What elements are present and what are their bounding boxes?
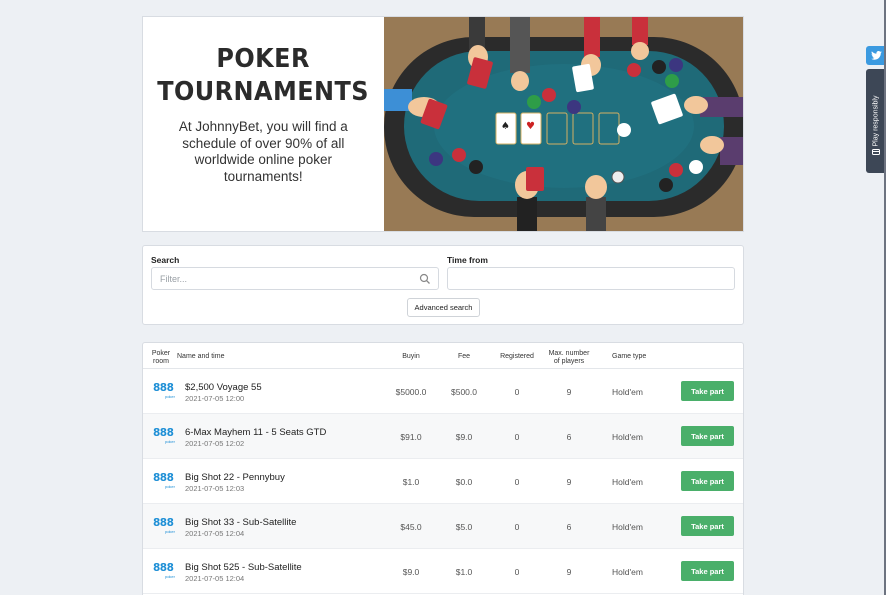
logo-sub: poker <box>164 574 175 579</box>
logo-sub: poker <box>164 529 175 534</box>
table-row: 888 poker Big Shot 525 - Sub-Satellite 2… <box>143 549 743 594</box>
tournament-name[interactable]: Big Shot 22 - Pennybuy <box>185 472 285 483</box>
tournament-date: 2021-07-05 12:04 <box>185 529 245 538</box>
tournament-name[interactable]: Big Shot 525 - Sub-Satellite <box>185 562 302 573</box>
logo-sub: poker <box>164 484 175 489</box>
header-max-players: Max. number of players <box>545 350 593 365</box>
page-title: POKER TOURNAMENTS <box>157 43 369 109</box>
twitter-icon <box>870 51 882 60</box>
fee-value: $0.0 <box>455 477 473 487</box>
registered-value: 0 <box>514 387 520 397</box>
search-input[interactable] <box>152 268 438 289</box>
logo-text: 888 <box>153 517 174 529</box>
tournament-date: 2021-07-05 12:04 <box>185 574 245 583</box>
tournament-name[interactable]: 6-Max Mayhem 11 - 5 Seats GTD <box>185 427 326 438</box>
twitter-button[interactable] <box>866 46 886 65</box>
888poker-logo: 888 poker <box>153 473 175 491</box>
search-field <box>151 267 439 290</box>
logo-text: 888 <box>153 472 174 484</box>
game-type-value: Hold'em <box>612 477 643 487</box>
buyin-value: $5000.0 <box>395 387 427 397</box>
play-responsibly-tab[interactable]: Play responsibly <box>866 69 886 173</box>
max-players-value: 6 <box>566 522 572 532</box>
take-part-button[interactable]: Take part <box>681 471 734 491</box>
take-part-button[interactable]: Take part <box>681 381 734 401</box>
registered-value: 0 <box>514 477 520 487</box>
logo-text: 888 <box>153 382 174 394</box>
tournaments-table: Poker room Name and time Buyin Fee Regis… <box>142 342 744 595</box>
hero-text: POKER TOURNAMENTS At JohnnyBet, you will… <box>143 17 384 231</box>
buyin-value: $91.0 <box>400 432 422 442</box>
fee-value: $500.0 <box>451 387 477 397</box>
search-panel: Search Time from Advanced search <box>142 245 744 325</box>
logo-sub: poker <box>164 439 175 444</box>
hero-description: At JohnnyBet, you will find a schedule o… <box>178 119 348 184</box>
table-header: Poker room Name and time Buyin Fee Regis… <box>143 343 743 369</box>
table-row: 888 poker Big Shot 33 - Sub-Satellite 20… <box>143 504 743 549</box>
max-players-value: 9 <box>566 567 572 577</box>
time-from-input[interactable] <box>448 268 734 289</box>
tournament-date: 2021-07-05 12:03 <box>185 484 245 493</box>
logo-sub: poker <box>164 394 175 399</box>
buyin-value: $45.0 <box>400 522 422 532</box>
header-poker-room: Poker room <box>151 350 171 365</box>
fee-value: $5.0 <box>455 522 473 532</box>
registered-value: 0 <box>514 567 520 577</box>
buyin-value: $1.0 <box>402 477 420 487</box>
fee-value: $9.0 <box>455 432 473 442</box>
title-line-2: TOURNAMENTS <box>157 77 370 107</box>
header-buyin: Buyin <box>402 353 420 360</box>
max-players-value: 9 <box>566 477 572 487</box>
888poker-logo: 888 poker <box>153 563 175 581</box>
header-room-line2: room <box>153 357 169 365</box>
max-players-value: 6 <box>566 432 572 442</box>
time-from-label: Time from <box>447 255 488 265</box>
play-responsibly-label: Play responsibly <box>872 95 880 147</box>
search-icon <box>419 273 430 284</box>
tournament-date: 2021-07-05 12:00 <box>185 394 245 403</box>
game-type-value: Hold'em <box>612 432 643 442</box>
tournament-name[interactable]: Big Shot 33 - Sub-Satellite <box>185 517 296 528</box>
svg-text:♥: ♥ <box>526 121 535 132</box>
hero-banner: POKER TOURNAMENTS At JohnnyBet, you will… <box>142 16 744 232</box>
888poker-logo: 888 poker <box>153 518 175 536</box>
game-type-value: Hold'em <box>612 387 643 397</box>
take-part-button[interactable]: Take part <box>681 426 734 446</box>
header-max-line2: of players <box>553 357 585 365</box>
888poker-logo: 888 poker <box>153 428 175 446</box>
svg-text:♠: ♠ <box>501 121 510 132</box>
table-row: 888 poker 6-Max Mayhem 11 - 5 Seats GTD … <box>143 414 743 459</box>
tournament-name[interactable]: $2,500 Voyage 55 <box>185 382 262 393</box>
tournament-date: 2021-07-05 12:02 <box>185 439 245 448</box>
poker-table-illustration: ♠ ♥ <box>383 17 743 231</box>
logo-text: 888 <box>153 562 174 574</box>
search-label: Search <box>151 255 180 265</box>
time-from-field <box>447 267 735 290</box>
table-row: 888 poker $2,500 Voyage 55 2021-07-05 12… <box>143 369 743 414</box>
card-icon <box>872 149 880 155</box>
take-part-button[interactable]: Take part <box>681 561 734 581</box>
888poker-logo: 888 poker <box>153 383 175 401</box>
registered-value: 0 <box>514 522 520 532</box>
header-name-time: Name and time <box>177 353 225 360</box>
table-row: 888 poker Big Shot 22 - Pennybuy 2021-07… <box>143 459 743 504</box>
header-max-line1: Max. number <box>548 350 590 357</box>
title-line-1: POKER <box>216 44 311 74</box>
fee-value: $1.0 <box>455 567 473 577</box>
logo-text: 888 <box>153 427 174 439</box>
buyin-value: $9.0 <box>402 567 420 577</box>
header-room-line1: Poker <box>151 350 171 357</box>
header-registered: Registered <box>500 353 534 360</box>
header-fee: Fee <box>457 353 471 360</box>
game-type-value: Hold'em <box>612 567 643 577</box>
take-part-button[interactable]: Take part <box>681 516 734 536</box>
registered-value: 0 <box>514 432 520 442</box>
advanced-search-button[interactable]: Advanced search <box>407 298 480 317</box>
header-game-type: Game type <box>612 353 647 360</box>
game-type-value: Hold'em <box>612 522 643 532</box>
max-players-value: 9 <box>566 387 572 397</box>
